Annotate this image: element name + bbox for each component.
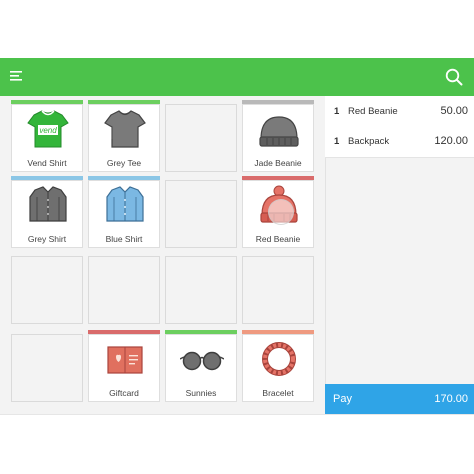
product-label: Blue Shirt (105, 234, 143, 244)
giftcard-icon (107, 346, 143, 374)
product-label: Grey Tee (106, 158, 142, 168)
category-bar (11, 176, 83, 180)
product-label: Grey Shirt (27, 234, 67, 244)
product-label: Bracelet (262, 388, 294, 398)
empty-tile (165, 256, 237, 324)
line-name: Backpack (348, 136, 390, 147)
sunglasses-icon (180, 351, 224, 371)
product-label: Red Beanie (255, 234, 301, 244)
product-tile-jade-beanie[interactable]: Jade Beanie (242, 100, 314, 172)
line-name: Red Beanie (348, 106, 398, 117)
vend-badge: vend (39, 126, 57, 135)
pay-total: 170.00 (434, 393, 468, 405)
product-tile-blue-shirt[interactable]: Blue Shirt (88, 176, 160, 248)
product-tile-giftcard[interactable]: Giftcard (88, 330, 160, 402)
sale-line-item[interactable]: 1 Backpack 120.00 (325, 126, 474, 158)
empty-tile (165, 104, 237, 172)
empty-tile (242, 256, 314, 324)
empty-tile (11, 256, 83, 324)
line-price: 120.00 (434, 135, 468, 147)
pay-button[interactable]: Pay 170.00 (325, 384, 474, 414)
category-bar (88, 176, 160, 180)
line-quantity: 1 (334, 136, 340, 147)
product-label: Giftcard (109, 388, 139, 398)
search-icon[interactable] (445, 68, 463, 86)
top-bar (0, 58, 474, 96)
line-quantity: 1 (334, 106, 340, 117)
product-tile-grey-tee[interactable]: Grey Tee (88, 100, 160, 172)
category-bar (88, 100, 160, 104)
empty-tile (11, 334, 83, 402)
bottom-divider (0, 414, 474, 415)
bracelet-icon (262, 342, 296, 376)
line-price: 50.00 (440, 105, 468, 117)
touch-indicator (268, 199, 294, 225)
empty-tile (88, 256, 160, 324)
product-tile-bracelet[interactable]: Bracelet (242, 330, 314, 402)
product-tile-vend-shirt[interactable]: vend Vend Shirt (11, 100, 83, 172)
grey-shirt-icon (29, 186, 67, 222)
category-bar (242, 330, 314, 334)
grey-tee-icon (104, 110, 146, 148)
product-tile-sunnies[interactable]: Sunnies (165, 330, 237, 402)
hamburger-menu-icon[interactable] (10, 71, 24, 83)
product-tile-grey-shirt[interactable]: Grey Shirt (11, 176, 83, 248)
category-bar (165, 330, 237, 334)
category-bar (88, 330, 160, 334)
beanie-icon (259, 116, 299, 147)
vend-shirt-icon: vend (27, 110, 69, 148)
product-label: Sunnies (185, 388, 217, 398)
product-label: Vend Shirt (27, 158, 67, 168)
blue-shirt-icon (106, 186, 144, 222)
empty-tile (165, 180, 237, 248)
category-bar (11, 100, 83, 104)
category-bar (242, 176, 314, 180)
pay-label: Pay (333, 393, 352, 405)
product-label: Jade Beanie (254, 158, 302, 168)
category-bar (242, 100, 314, 104)
sale-line-item[interactable]: 1 Red Beanie 50.00 (325, 96, 474, 128)
